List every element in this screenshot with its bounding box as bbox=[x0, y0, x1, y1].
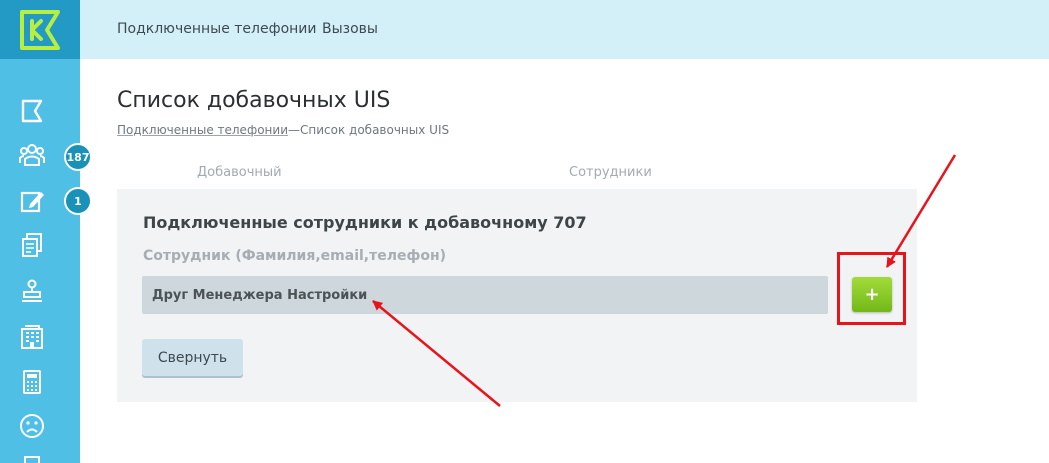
nav-connected-phones[interactable]: Подключенные телефонии bbox=[117, 21, 317, 37]
misc-icon[interactable] bbox=[18, 454, 46, 463]
nav-calls[interactable]: Вызовы bbox=[322, 21, 378, 37]
logo-icon bbox=[20, 10, 60, 50]
sad-face-icon[interactable] bbox=[18, 412, 46, 440]
employee-search-input[interactable]: Друг Менеджера Настройки bbox=[142, 276, 828, 314]
logo[interactable] bbox=[0, 0, 80, 59]
page-title: Список добавочных UIS bbox=[117, 88, 391, 113]
building-icon[interactable] bbox=[18, 323, 46, 351]
top-navbar: Подключенные телефонии Вызовы bbox=[80, 0, 1049, 59]
tasks-count-badge: 1 bbox=[64, 187, 92, 215]
breadcrumb-link-connected-phones[interactable]: Подключенные телефонии bbox=[117, 123, 288, 137]
employees-count-badge: 187 bbox=[64, 143, 92, 171]
stamp-icon[interactable] bbox=[18, 278, 46, 306]
employee-field-label: Сотрудник (Фамилия,email,телефон) bbox=[143, 248, 447, 264]
collapse-button[interactable]: Свернуть bbox=[142, 339, 243, 376]
breadcrumb-current: Список добавочных UIS bbox=[300, 123, 450, 137]
sidebar: 187 1 bbox=[0, 0, 92, 463]
plus-icon: + bbox=[864, 284, 880, 305]
breadcrumb: Подключенные телефонии—Список добавочных… bbox=[117, 123, 449, 137]
documents-icon[interactable] bbox=[18, 231, 46, 259]
add-employee-button[interactable]: + bbox=[852, 277, 892, 312]
column-header-extension: Добавочный bbox=[197, 165, 282, 180]
calculator-icon[interactable] bbox=[18, 368, 46, 396]
employee-input-value: Друг Менеджера Настройки bbox=[152, 287, 368, 303]
edit-icon[interactable] bbox=[18, 187, 46, 215]
panel-title: Подключенные сотрудники к добавочному 70… bbox=[143, 213, 587, 232]
connected-employees-panel: Подключенные сотрудники к добавочному 70… bbox=[117, 189, 917, 402]
flag-icon[interactable] bbox=[18, 97, 46, 125]
team-icon[interactable] bbox=[18, 141, 46, 169]
breadcrumb-separator: — bbox=[288, 123, 300, 137]
column-header-employees: Сотрудники bbox=[569, 165, 652, 180]
